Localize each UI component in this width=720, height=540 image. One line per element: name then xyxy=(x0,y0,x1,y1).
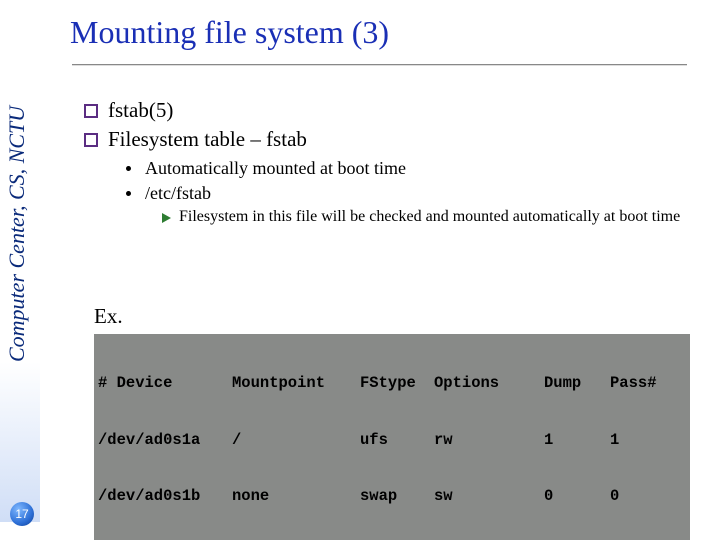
fstab-example-block: # DeviceMountpointFStypeOptionsDumpPass#… xyxy=(94,334,690,540)
page-number-badge: 17 xyxy=(10,502,34,526)
side-gradient xyxy=(0,362,40,522)
slide: Computer Center, CS, NCTU Mounting file … xyxy=(0,0,720,540)
square-bullet-icon xyxy=(84,133,98,147)
cell: /dev/ad0s1a xyxy=(98,431,232,450)
cell: none xyxy=(232,487,360,506)
triangle-bullet-icon xyxy=(162,213,171,223)
cell: 0 xyxy=(544,487,610,506)
fstab-row: /dev/ad0s1a/ufsrw11 xyxy=(98,431,686,450)
subsub-bullets: Filesystem in this file will be checked … xyxy=(162,208,694,226)
fstab-row: /dev/ad0s1bnoneswapsw00 xyxy=(98,487,686,506)
cell: 0 xyxy=(610,487,686,506)
sub-bullet-text: Automatically mounted at boot time xyxy=(145,158,406,179)
fstab-header-row: # DeviceMountpointFStypeOptionsDumpPass# xyxy=(98,374,686,393)
sub-bullets: Automatically mounted at boot time /etc/… xyxy=(126,158,694,204)
cell: sw xyxy=(434,487,544,506)
cell: 1 xyxy=(544,431,610,450)
slide-title: Mounting file system (3) xyxy=(70,14,389,51)
sub-bullet-auto-mount: Automatically mounted at boot time xyxy=(126,158,694,179)
dot-bullet-icon xyxy=(126,166,131,171)
cell: /dev/ad0s1b xyxy=(98,487,232,506)
col-pass: Pass# xyxy=(610,374,686,393)
col-device: # Device xyxy=(98,374,232,393)
sub-bullet-etc-fstab: /etc/fstab xyxy=(126,183,694,204)
cell: 1 xyxy=(610,431,686,450)
subsub-bullet-text: Filesystem in this file will be checked … xyxy=(179,208,680,226)
bullet-text: Filesystem table – fstab xyxy=(108,127,307,152)
subsub-bullet-filesystem-note: Filesystem in this file will be checked … xyxy=(162,208,694,226)
dot-bullet-icon xyxy=(126,191,131,196)
example-label: Ex. xyxy=(94,304,123,329)
col-dump: Dump xyxy=(544,374,610,393)
bullet-fstab5: fstab(5) xyxy=(84,98,694,123)
cell: rw xyxy=(434,431,544,450)
title-underline xyxy=(72,64,687,66)
content-area: fstab(5) Filesystem table – fstab Automa… xyxy=(84,98,694,226)
sub-bullet-text: /etc/fstab xyxy=(145,183,211,204)
col-mountpoint: Mountpoint xyxy=(232,374,360,393)
cell: swap xyxy=(360,487,434,506)
cell: ufs xyxy=(360,431,434,450)
side-org-label: Computer Center, CS, NCTU xyxy=(4,2,34,362)
col-options: Options xyxy=(434,374,544,393)
col-fstype: FStype xyxy=(360,374,434,393)
cell: / xyxy=(232,431,360,450)
bullet-filesystem-table: Filesystem table – fstab xyxy=(84,127,694,152)
square-bullet-icon xyxy=(84,104,98,118)
bullet-text: fstab(5) xyxy=(108,98,173,123)
